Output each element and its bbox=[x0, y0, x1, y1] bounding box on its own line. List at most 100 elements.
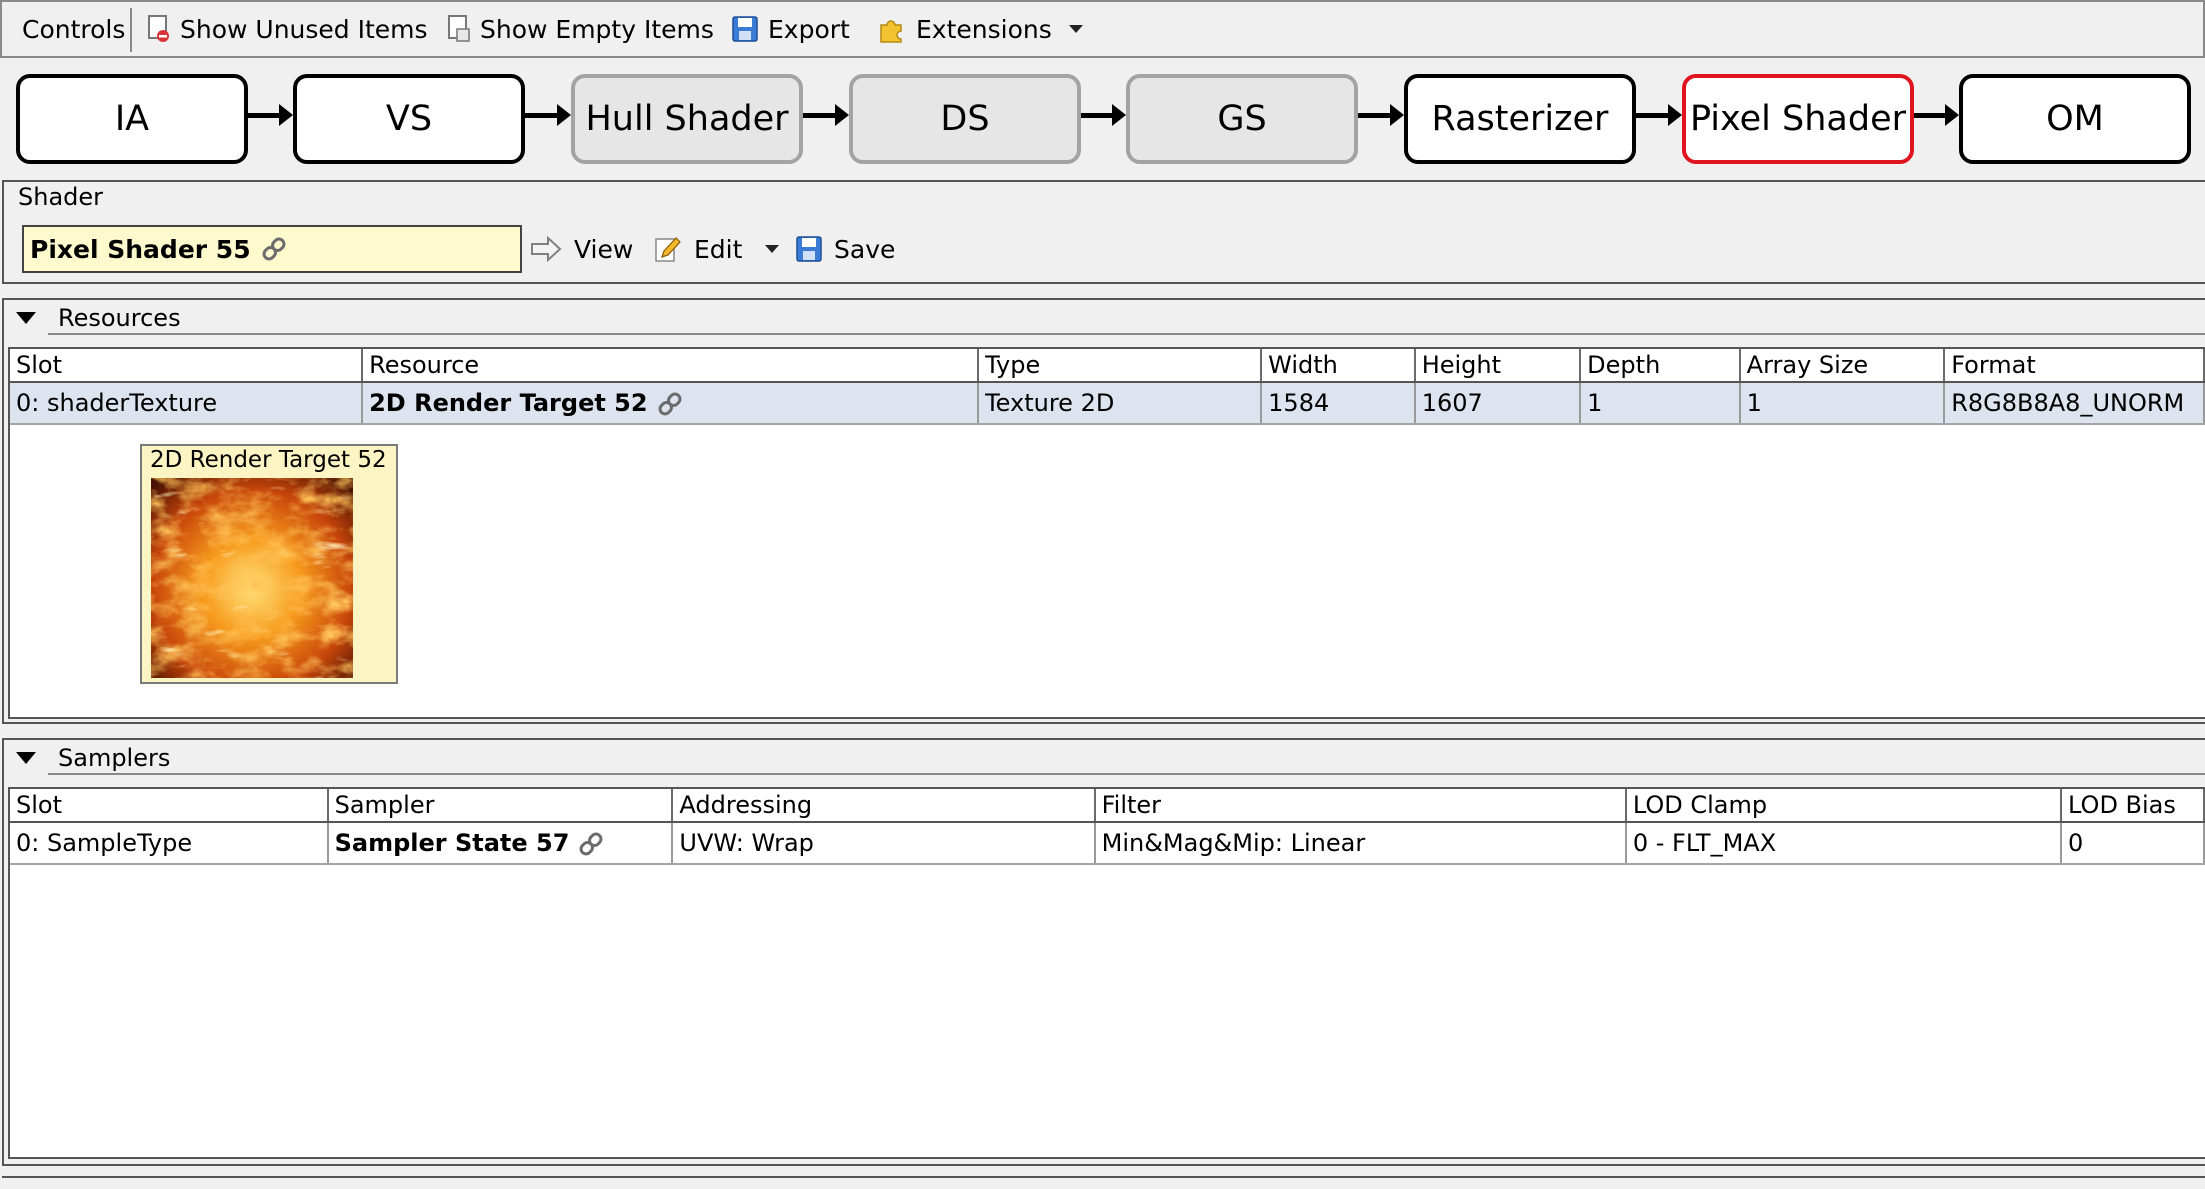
column-header-array-size[interactable]: Array Size bbox=[1739, 349, 1946, 383]
show-unused-items-button[interactable]: Show Unused Items bbox=[148, 2, 428, 56]
pipeline-stage-gs[interactable]: GS bbox=[1126, 74, 1358, 164]
table-row[interactable]: 0: SampleType Sampler State 57 UVW: Wrap Mi… bbox=[10, 822, 2205, 865]
extensions-button[interactable]: Extensions bbox=[878, 2, 1052, 56]
cell-sampler[interactable]: Sampler State 57 bbox=[327, 822, 674, 865]
samplers-header-row: Slot Sampler Addressing Filter LOD Clamp LOD … bbox=[10, 789, 2205, 823]
pipeline-arrowhead bbox=[1668, 104, 1682, 126]
pipeline-arrow bbox=[1358, 113, 1392, 118]
column-header-slot[interactable]: Slot bbox=[10, 789, 329, 823]
cell-depth: 1 bbox=[1580, 382, 1741, 425]
cell-text: 1 bbox=[1746, 389, 1762, 417]
arrow-right-icon bbox=[531, 236, 562, 262]
samplers-table: Slot Sampler Addressing Filter LOD Clamp LOD … bbox=[10, 789, 2205, 865]
cell-text: Texture 2D bbox=[985, 389, 1115, 417]
pipeline-arrow bbox=[248, 113, 281, 118]
cell-format: R8G8B8A8_UNORM bbox=[1944, 382, 2205, 425]
column-header-height[interactable]: Height bbox=[1414, 349, 1582, 383]
cell-height: 1607 bbox=[1414, 382, 1582, 425]
pipeline-stage-ds[interactable]: DS bbox=[849, 74, 1081, 164]
view-shader-button[interactable]: View bbox=[530, 228, 633, 270]
cell-addressing: UVW: Wrap bbox=[672, 822, 1096, 865]
resources-header[interactable]: Resources bbox=[12, 302, 181, 334]
samplers-panel: Slot Sampler Addressing Filter LOD Clamp LOD … bbox=[8, 787, 2205, 1159]
link-icon[interactable] bbox=[656, 390, 684, 418]
pipeline-stage-pixel-shader[interactable]: Pixel Shader bbox=[1682, 74, 1914, 164]
pipeline-arrowhead bbox=[1945, 104, 1959, 126]
export-button[interactable]: Export bbox=[732, 2, 850, 56]
cell-text: 0: SampleType bbox=[16, 829, 193, 857]
toolbar: Controls Show Unused Items Show Empty It… bbox=[0, 0, 2205, 58]
resources-header-row: Slot Resource Type Width Height Depth Array Si… bbox=[10, 349, 2205, 383]
pipeline-arrow bbox=[1636, 113, 1670, 118]
collapse-triangle-icon[interactable] bbox=[16, 312, 36, 324]
column-header-resource[interactable]: Resource bbox=[362, 349, 980, 383]
chevron-down-icon bbox=[765, 245, 779, 253]
pipeline-arrow bbox=[803, 113, 837, 118]
edit-label: Edit bbox=[694, 234, 743, 264]
section-rule bbox=[48, 773, 2205, 775]
cell-resource[interactable]: 2D Render Target 52 bbox=[362, 382, 980, 425]
pipeline-arrow bbox=[1081, 113, 1114, 118]
show-unused-label: Show Unused Items bbox=[180, 14, 428, 44]
cell-text: 2D Render Target 52 bbox=[369, 388, 648, 417]
show-empty-items-button[interactable]: Show Empty Items bbox=[448, 2, 714, 56]
edit-shader-button[interactable]: Edit bbox=[654, 228, 742, 270]
link-icon[interactable] bbox=[577, 830, 605, 858]
resources-title: Resources bbox=[58, 304, 181, 332]
cell-lod-clamp: 0 - FLT_MAX bbox=[1625, 822, 2063, 865]
column-header-addressing[interactable]: Addressing bbox=[672, 789, 1096, 823]
cell-text: 0 - FLT_MAX bbox=[1632, 829, 1777, 857]
column-header-format[interactable]: Format bbox=[1944, 349, 2205, 383]
cell-text: UVW: Wrap bbox=[679, 829, 814, 857]
column-header-slot[interactable]: Slot bbox=[10, 349, 364, 383]
view-label: View bbox=[574, 234, 634, 264]
pipeline-arrowhead bbox=[279, 104, 293, 126]
pipeline-arrowhead bbox=[557, 104, 571, 126]
column-header-depth[interactable]: Depth bbox=[1580, 349, 1741, 383]
link-icon[interactable] bbox=[259, 234, 289, 264]
save-disk-icon bbox=[732, 16, 758, 42]
cell-text: 1607 bbox=[1421, 389, 1483, 417]
export-label: Export bbox=[768, 14, 850, 44]
shader-group-label: Shader bbox=[18, 183, 104, 211]
column-header-type[interactable]: Type bbox=[978, 349, 1263, 383]
controls-label: Controls bbox=[22, 14, 126, 44]
cell-array-size: 1 bbox=[1739, 382, 1946, 425]
samplers-title: Samplers bbox=[58, 744, 171, 772]
thumbnail-label: 2D Render Target 52 bbox=[150, 447, 387, 473]
pipeline-stage-ia[interactable]: IA bbox=[16, 74, 248, 164]
pipeline-arrowhead bbox=[1112, 104, 1126, 126]
show-empty-icon bbox=[448, 15, 470, 42]
cell-text: Min&Mag&Mip: Linear bbox=[1101, 829, 1366, 857]
pipeline-arrow bbox=[525, 113, 559, 118]
column-header-lod-clamp[interactable]: LOD Clamp bbox=[1625, 789, 2063, 823]
extensions-label: Extensions bbox=[916, 14, 1052, 44]
shader-name: Pixel Shader 55 bbox=[30, 234, 251, 264]
cell-text: 1584 bbox=[1268, 389, 1330, 417]
section-rule bbox=[48, 333, 2205, 335]
cell-text: 0 bbox=[2068, 829, 2084, 857]
column-header-lod-bias[interactable]: LOD Bias bbox=[2061, 789, 2205, 823]
column-header-width[interactable]: Width bbox=[1261, 349, 1416, 383]
column-header-sampler[interactable]: Sampler bbox=[327, 789, 674, 823]
cell-text: Sampler State 57 bbox=[334, 828, 570, 857]
collapse-triangle-icon[interactable] bbox=[16, 752, 36, 764]
save-disk-icon bbox=[796, 236, 822, 262]
cell-lod-bias: 0 bbox=[2061, 822, 2205, 865]
pipeline-arrowhead bbox=[1390, 104, 1404, 126]
pipeline-stage-vs[interactable]: VS bbox=[293, 74, 525, 164]
pipeline-arrow bbox=[1914, 113, 1947, 118]
pipeline-stage-hull-shader[interactable]: Hull Shader bbox=[571, 74, 803, 164]
cell-slot: 0: shaderTexture bbox=[10, 382, 364, 425]
cell-type: Texture 2D bbox=[978, 382, 1263, 425]
extensions-dropdown[interactable] bbox=[1068, 2, 1084, 56]
resources-table: Slot Resource Type Width Height Depth Array Si… bbox=[10, 349, 2205, 425]
column-header-filter[interactable]: Filter bbox=[1094, 789, 1627, 823]
edit-dropdown[interactable] bbox=[764, 228, 780, 270]
pipeline-stage-om[interactable]: OM bbox=[1959, 74, 2191, 164]
table-row[interactable]: 0: shaderTexture 2D Render Target 52 Textu… bbox=[10, 382, 2205, 425]
samplers-header[interactable]: Samplers bbox=[12, 742, 170, 774]
pipeline-stage-rasterizer[interactable]: Rasterizer bbox=[1404, 74, 1636, 164]
save-shader-button[interactable]: Save bbox=[796, 228, 895, 270]
shader-name-field[interactable]: Pixel Shader 55 bbox=[22, 225, 522, 273]
